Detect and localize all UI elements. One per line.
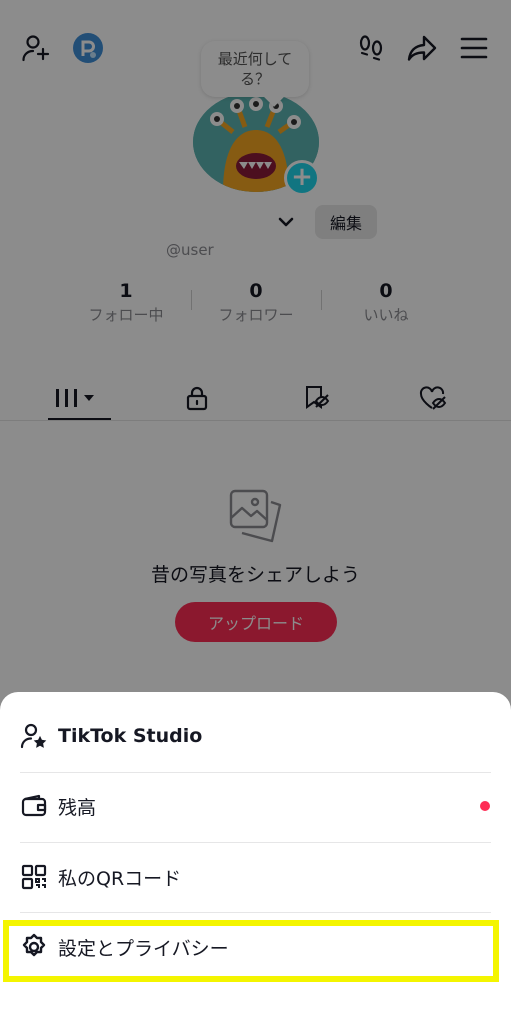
wallet-icon [20, 792, 48, 820]
menu-item-label: TikTok Studio [58, 725, 203, 747]
menu-item-tiktok-studio[interactable]: TikTok Studio [0, 701, 511, 771]
menu-item-balance[interactable]: 残高 [0, 771, 511, 841]
highlight-box [3, 920, 499, 982]
qr-code-icon [20, 863, 48, 891]
notification-dot [480, 801, 490, 811]
menu-item-qr-code[interactable]: 私のQRコード [0, 842, 511, 912]
person-star-icon [20, 722, 48, 750]
menu-item-label: 残高 [58, 796, 97, 819]
menu-item-label: 私のQRコード [58, 867, 182, 890]
